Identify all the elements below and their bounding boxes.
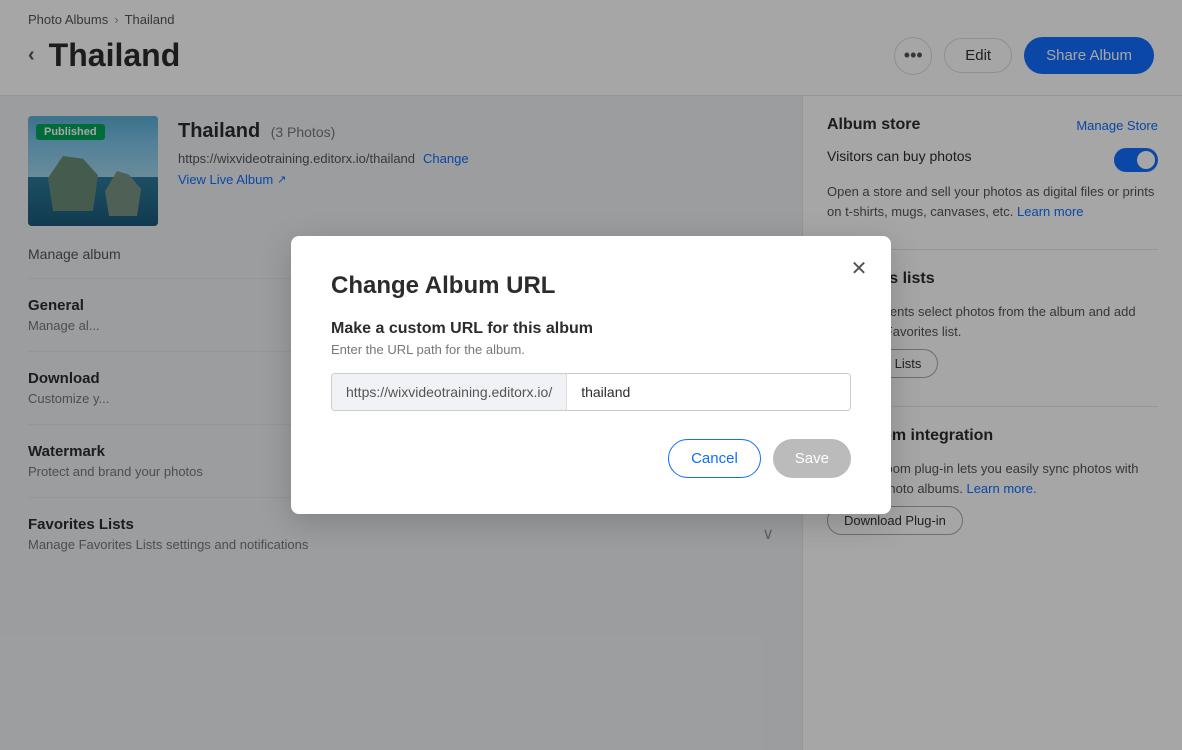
modal-close-button[interactable]: ✕: [843, 252, 875, 284]
save-button[interactable]: Save: [773, 439, 851, 478]
url-input-row: https://wixvideotraining.editorx.io/: [331, 373, 851, 411]
url-path-input[interactable]: [567, 374, 850, 410]
modal-title: Change Album URL: [331, 272, 851, 300]
modal-subtitle: Make a custom URL for this album: [331, 320, 851, 338]
modal-hint: Enter the URL path for the album.: [331, 342, 851, 357]
modal-overlay: ✕ Change Album URL Make a custom URL for…: [0, 0, 1182, 750]
change-album-url-modal: ✕ Change Album URL Make a custom URL for…: [291, 236, 891, 514]
url-base-text: https://wixvideotraining.editorx.io/: [332, 374, 567, 410]
modal-actions: Cancel Save: [331, 439, 851, 478]
cancel-button[interactable]: Cancel: [668, 439, 761, 478]
